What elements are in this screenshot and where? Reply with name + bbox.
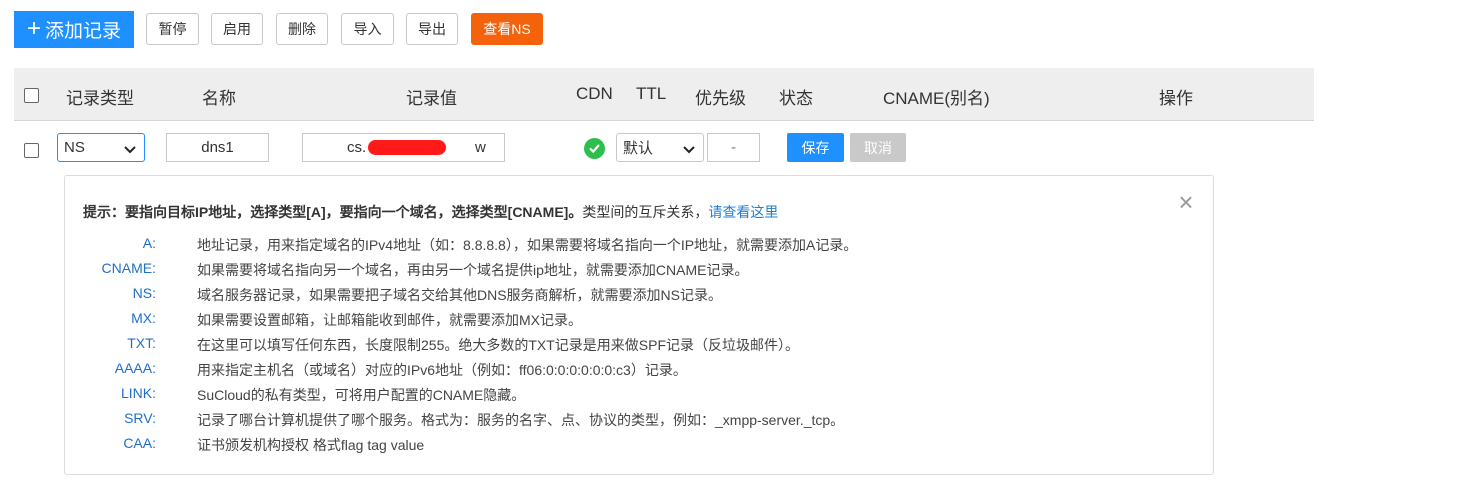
header-record-value: 记录值 [406,89,457,108]
type-desc: 证书颁发机构授权 格式flag tag value [197,437,425,453]
header-ttl: TTL [636,84,667,103]
priority-value: - [731,139,736,156]
header-cname: CNAME(别名) [883,89,990,108]
type-desc: 如果需要将域名指向另一个域名，再由另一个域名提供ip地址，就需要添加CNAME记… [197,262,749,278]
type-desc: 域名服务器记录，如果需要把子域名交给其他DNS服务商解析，就需要添加NS记录。 [197,287,723,303]
name-input[interactable]: dns1 [166,133,269,162]
add-record-button[interactable]: + 添加记录 [14,11,134,48]
type-desc: 地址记录，用来指定域名的IPv4地址（如：8.8.8.8），如果需要将域名指向一… [197,237,858,253]
header-priority: 优先级 [695,89,746,108]
tip-title-bold: 要指向目标IP地址，选择类型[A]，要指向一个域名，选择类型[CNAME]。 [125,204,583,220]
plus-icon: + [26,14,41,42]
chevron-down-icon [124,146,136,154]
header-name: 名称 [202,89,236,108]
type-key: LINK: [120,385,156,401]
tip-type-row: TXT: 在这里可以填写任何东西，长度限制255。绝大多数的TXT记录是用来做S… [80,335,1180,355]
enable-button[interactable]: 启用 [211,13,263,45]
tip-help-link[interactable]: 请查看这里 [708,204,778,220]
type-desc: 在这里可以填写任何东西，长度限制255。绝大多数的TXT记录是用来做SPF记录（… [197,337,800,353]
type-key: AAAA: [114,360,156,376]
chevron-down-icon [683,146,695,154]
type-key: CAA: [123,435,156,451]
tip-title: 提示：要指向目标IP地址，选择类型[A]，要指向一个域名，选择类型[CNAME]… [83,202,778,222]
tip-type-row: LINK: SuCloud的私有类型，可将用户配置的CNAME隐藏。 [80,385,1180,405]
ttl-value: 默认 [623,140,654,157]
tip-type-row: NS: 域名服务器记录，如果需要把子域名交给其他DNS服务商解析，就需要添加NS… [80,285,1180,305]
tip-type-row: A: 地址记录，用来指定域名的IPv4地址（如：8.8.8.8），如果需要将域名… [80,235,1180,255]
redaction-mark [368,140,446,155]
priority-input[interactable]: - [707,133,760,162]
record-type-select[interactable]: NS [57,133,145,162]
select-all-checkbox[interactable] [24,88,39,103]
add-record-label: 添加记录 [45,21,122,42]
record-type-value: NS [64,139,85,156]
record-value-input[interactable]: cs. w [302,133,505,162]
cdn-check-icon[interactable] [584,138,605,159]
tip-type-row: AAAA: 用来指定主机名（或域名）对应的IPv6地址（例如：ff06:0:0:… [80,360,1180,380]
tip-title-prefix: 提示： [83,204,125,220]
save-button[interactable]: 保存 [787,133,844,162]
type-desc: SuCloud的私有类型，可将用户配置的CNAME隐藏。 [197,387,526,403]
type-desc: 如果需要设置邮箱，让邮箱能收到邮件，就需要添加MX记录。 [197,312,582,328]
row-checkbox[interactable] [24,143,39,158]
record-value-suffix: w [475,139,486,156]
record-value-prefix: cs. [347,139,367,156]
tip-title-tail: 类型间的互斥关系， [582,204,709,220]
type-key: A: [142,235,156,251]
import-button[interactable]: 导入 [341,13,394,45]
tip-type-row: CAA: 证书颁发机构授权 格式flag tag value [80,435,1180,455]
header-actions: 操作 [1159,89,1193,108]
pause-button[interactable]: 暂停 [146,13,199,45]
ttl-select[interactable]: 默认 [616,133,704,162]
tip-type-row: SRV: 记录了哪台计算机提供了哪个服务。格式为：服务的名字、点、协议的类型，例… [80,410,1180,430]
type-desc: 用来指定主机名（或域名）对应的IPv6地址（例如：ff06:0:0:0:0:0:… [197,362,687,378]
delete-button[interactable]: 删除 [276,13,328,45]
export-button[interactable]: 导出 [406,13,458,45]
type-key: SRV: [124,410,156,426]
type-desc: 记录了哪台计算机提供了哪个服务。格式为：服务的名字、点、协议的类型，例如：_xm… [197,412,845,428]
name-input-value: dns1 [201,139,234,156]
header-status: 状态 [779,89,813,108]
tip-type-row: MX: 如果需要设置邮箱，让邮箱能收到邮件，就需要添加MX记录。 [80,310,1180,330]
type-key: TXT: [127,335,156,351]
view-ns-button[interactable]: 查看NS [471,13,543,45]
tip-type-row: CNAME: 如果需要将域名指向另一个域名，再由另一个域名提供ip地址，就需要添… [80,260,1180,280]
header-record-type: 记录类型 [66,89,134,108]
header-cdn: CDN [576,84,613,103]
close-icon[interactable]: × [1176,189,1196,215]
cancel-button[interactable]: 取消 [850,133,906,162]
type-key: NS: [132,285,156,301]
type-key: MX: [131,310,156,326]
type-key: CNAME: [101,260,156,276]
